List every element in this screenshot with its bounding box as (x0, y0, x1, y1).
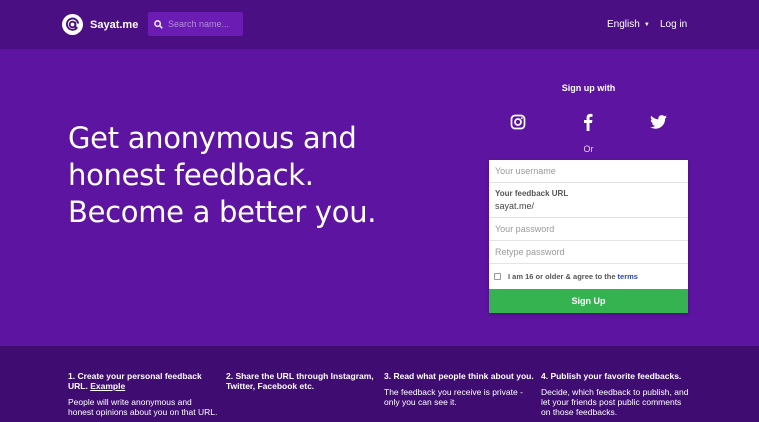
logo[interactable]: Sayat.me (62, 14, 138, 35)
signup-form: Your feedback URL sayat.me/ I am 16 or o… (489, 160, 688, 313)
age-terms-checkbox[interactable] (494, 273, 501, 280)
age-terms-row: I am 16 or older & agree to the terms (489, 264, 688, 289)
step-item: 1. Create your personal feedback URL. Ex… (68, 371, 218, 417)
retype-password-input[interactable] (495, 247, 680, 257)
step-title: 1. Create your personal feedback URL. Ex… (68, 371, 218, 391)
sign-up-button[interactable]: Sign Up (489, 289, 688, 313)
language-selector[interactable]: English ▼ (607, 19, 650, 30)
how-it-works-section: 1. Create your personal feedback URL. Ex… (0, 346, 759, 422)
twitter-button[interactable] (648, 112, 668, 132)
username-input[interactable] (495, 166, 680, 176)
login-link[interactable]: Log in (660, 19, 687, 30)
logo-text: Sayat.me (90, 18, 139, 31)
feedback-url-value: sayat.me/ (495, 201, 535, 211)
age-terms-label: I am 16 or older & agree to the (508, 272, 616, 281)
signup-with-heading: Sign up with (561, 83, 616, 93)
or-divider: Or (583, 144, 594, 154)
password-input[interactable] (495, 224, 680, 234)
step-title: 4. Publish your favorite feedbacks. (541, 371, 682, 381)
caret-down-icon: ▼ (643, 21, 650, 28)
example-link[interactable]: Example (90, 381, 125, 391)
facebook-button[interactable] (578, 112, 598, 132)
retype-password-field-row (489, 241, 688, 264)
feedback-url-label: Your feedback URL (495, 189, 569, 198)
step-body: Decide, which feedback to publish, and l… (541, 387, 689, 417)
logo-at-icon (62, 14, 83, 35)
step-item: 2. Share the URL through Instagram, Twit… (226, 371, 376, 397)
feedback-url-block[interactable]: Your feedback URL sayat.me/ (489, 183, 688, 218)
top-nav: Sayat.me English ▼ Log in (0, 0, 759, 49)
hero-line: Get anonymous and (68, 121, 357, 155)
language-label: English (607, 19, 640, 30)
hero-line: honest feedback. (68, 158, 314, 192)
terms-link[interactable]: terms (618, 272, 638, 281)
step-body: The feedback you receive is private - on… (384, 387, 523, 407)
step-item: 4. Publish your favorite feedbacks. Deci… (541, 371, 691, 417)
password-field-row (489, 218, 688, 241)
facebook-icon (584, 113, 593, 131)
search-box[interactable] (148, 12, 243, 36)
step-item: 3. Read what people think about you. The… (384, 371, 534, 407)
search-input[interactable] (168, 19, 240, 29)
step-body: People will write anonymous and honest o… (68, 397, 218, 417)
instagram-button[interactable] (508, 112, 528, 132)
username-field-row (489, 160, 688, 183)
twitter-icon (649, 115, 667, 129)
instagram-icon (510, 114, 526, 130)
step-title-text: 1. Create your personal feedback URL. (68, 371, 202, 391)
search-icon (154, 19, 163, 29)
step-title: 3. Read what people think about you. (384, 371, 534, 381)
hero-headline: Get anonymous and honest feedback. Becom… (68, 120, 448, 231)
hero-line: Become a better you. (68, 195, 377, 229)
step-title: 2. Share the URL through Instagram, Twit… (226, 371, 374, 391)
